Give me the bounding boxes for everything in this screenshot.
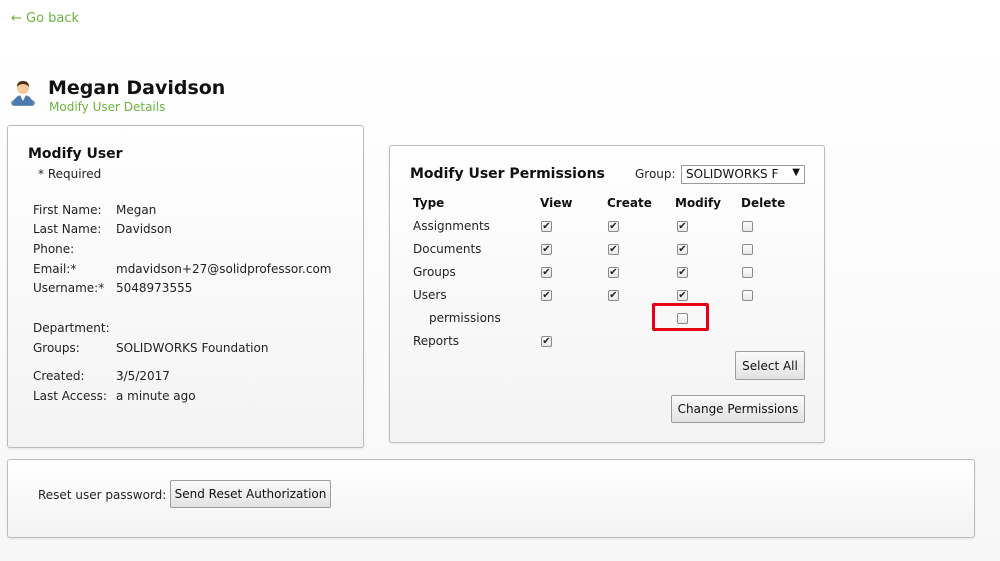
group-label: Group: <box>635 167 676 181</box>
username-value: 5048973555 <box>116 281 193 295</box>
checkbox-delete-groups[interactable] <box>742 267 753 278</box>
checkbox-view-users[interactable]: ✔ <box>541 290 552 301</box>
permission-row-label: Groups <box>413 265 456 279</box>
first-name-value: Megan <box>116 203 157 217</box>
checkbox-delete-documents[interactable] <box>742 244 753 255</box>
reset-password-label: Reset user password: <box>38 488 167 502</box>
groups-label: Groups: <box>33 341 80 355</box>
checkbox-modify-assignments[interactable]: ✔ <box>677 221 688 232</box>
groups-value: SOLIDWORKS Foundation <box>116 341 269 355</box>
created-row: Created: 3/5/2017 <box>33 369 170 383</box>
column-header-modify: Modify <box>675 196 721 210</box>
email-value: mdavidson+27@solidprofessor.com <box>116 262 332 276</box>
last-name-value: Davidson <box>116 222 172 236</box>
dropdown-arrow-icon: ▼ <box>792 167 800 178</box>
department-label: Department: <box>33 321 110 335</box>
checkbox-create-documents[interactable]: ✔ <box>608 244 619 255</box>
page-subtitle: Modify User Details <box>49 100 166 114</box>
username-row: Username:* 5048973555 <box>33 281 192 295</box>
permissions-title: Modify User Permissions <box>410 166 605 182</box>
last-name-row: Last Name: Davidson <box>33 222 172 236</box>
go-back-link[interactable]: ← Go back <box>11 11 79 26</box>
permission-row-label: Assignments <box>413 219 490 233</box>
group-select-value: SOLIDWORKS F <box>686 167 779 181</box>
permission-row-label: permissions <box>429 311 501 325</box>
user-avatar-icon <box>11 81 35 106</box>
created-label: Created: <box>33 369 85 383</box>
checkbox-modify-groups[interactable]: ✔ <box>677 267 688 278</box>
reset-password-panel: Reset user password: Send Reset Authoriz… <box>7 459 975 538</box>
permission-row-label: Documents <box>413 242 482 256</box>
username-label: Username:* <box>33 281 105 295</box>
change-permissions-button[interactable]: Change Permissions <box>671 395 805 423</box>
groups-row: Groups: SOLIDWORKS Foundation <box>33 341 268 355</box>
checkbox-create-assignments[interactable]: ✔ <box>608 221 619 232</box>
modify-user-title: Modify User <box>28 146 123 162</box>
first-name-row: First Name: Megan <box>33 203 156 217</box>
checkbox-create-groups[interactable]: ✔ <box>608 267 619 278</box>
send-reset-authorization-button[interactable]: Send Reset Authorization <box>170 480 331 508</box>
checkbox-view-assignments[interactable]: ✔ <box>541 221 552 232</box>
highlight-box <box>652 303 709 331</box>
checkbox-delete-users[interactable] <box>742 290 753 301</box>
column-header-view: View <box>540 196 573 210</box>
permission-row-label: Reports <box>413 334 460 348</box>
phone-row: Phone: <box>33 242 116 256</box>
checkbox-modify-users[interactable]: ✔ <box>677 290 688 301</box>
email-row: Email:* mdavidson+27@solidprofessor.com <box>33 262 331 276</box>
column-header-delete: Delete <box>741 196 786 210</box>
checkbox-create-users[interactable]: ✔ <box>608 290 619 301</box>
permission-row-label: Users <box>413 288 447 302</box>
phone-label: Phone: <box>33 242 75 256</box>
column-header-create: Create <box>607 196 652 210</box>
modify-user-panel: Modify User * Required First Name: Megan … <box>7 125 364 448</box>
checkbox-view-groups[interactable]: ✔ <box>541 267 552 278</box>
checkbox-view-documents[interactable]: ✔ <box>541 244 552 255</box>
created-value: 3/5/2017 <box>116 369 170 383</box>
checkbox-view-reports[interactable]: ✔ <box>541 336 552 347</box>
checkbox-modify-documents[interactable]: ✔ <box>677 244 688 255</box>
select-all-button[interactable]: Select All <box>735 351 805 380</box>
column-header-type: Type <box>413 196 445 210</box>
group-select[interactable]: SOLIDWORKS F ▼ <box>681 165 805 184</box>
last-name-label: Last Name: <box>33 222 102 236</box>
permissions-panel: Modify User Permissions Group: SOLIDWORK… <box>389 145 825 443</box>
department-row: Department: <box>33 321 116 335</box>
required-note: * Required <box>38 167 102 181</box>
checkbox-delete-assignments[interactable] <box>742 221 753 232</box>
email-label: Email:* <box>33 262 77 276</box>
first-name-label: First Name: <box>33 203 102 217</box>
last-access-value: a minute ago <box>116 389 196 403</box>
user-name-heading: Megan Davidson <box>48 77 226 99</box>
last-access-label: Last Access: <box>33 389 107 403</box>
last-access-row: Last Access: a minute ago <box>33 389 196 403</box>
